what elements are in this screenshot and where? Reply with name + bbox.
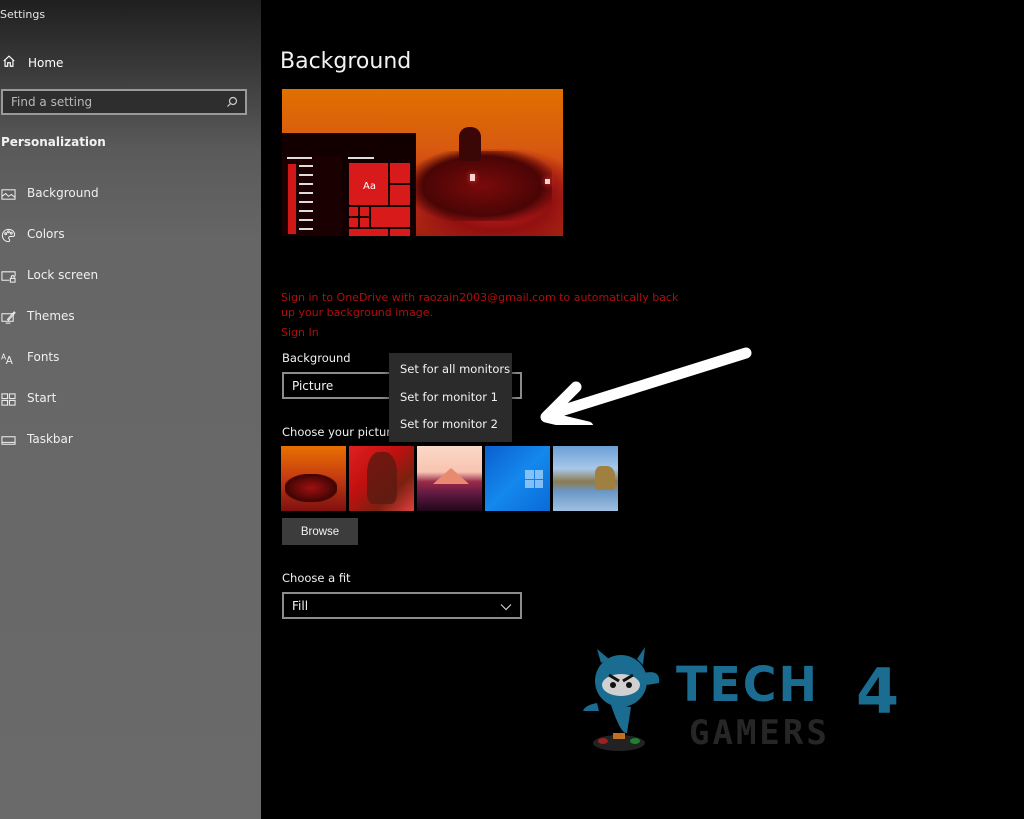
sign-in-link[interactable]: Sign In bbox=[281, 326, 319, 339]
lock-screen-icon bbox=[0, 268, 16, 284]
sidebar-item-start[interactable]: Start bbox=[0, 389, 99, 430]
preview-tile-text: Aa bbox=[363, 181, 376, 192]
monitor-context-menu: Set for all monitors Set for monitor 1 S… bbox=[389, 353, 512, 442]
choose-picture-label: Choose your picture bbox=[282, 425, 398, 439]
annotation-arrow-icon bbox=[540, 347, 752, 425]
preview-list-lines bbox=[299, 165, 313, 236]
preview-rider bbox=[459, 127, 481, 161]
picture-thumbnail[interactable] bbox=[553, 446, 618, 511]
watermark-number: 4 bbox=[856, 655, 900, 728]
onedrive-message: Sign in to OneDrive with raozain2003@gma… bbox=[281, 291, 679, 319]
preview-bar bbox=[287, 157, 312, 159]
picture-thumbnail[interactable] bbox=[417, 446, 482, 511]
sidebar-item-label: Fonts bbox=[27, 350, 60, 364]
background-preview: Aa bbox=[282, 89, 563, 236]
page-title: Background bbox=[280, 49, 412, 74]
sidebar-item-label: Start bbox=[27, 391, 57, 405]
windows-logo-icon bbox=[525, 470, 543, 488]
preview-tile bbox=[360, 218, 369, 227]
preview-light bbox=[470, 174, 475, 181]
preview-tile bbox=[349, 218, 358, 227]
sidebar-item-label: Colors bbox=[27, 227, 65, 241]
themes-icon bbox=[0, 309, 16, 325]
sidebar-item-label: Themes bbox=[27, 309, 75, 323]
search-input[interactable]: Find a setting bbox=[1, 89, 247, 115]
taskbar-icon bbox=[0, 432, 16, 448]
sidebar-item-lock-screen[interactable]: Lock screen bbox=[0, 266, 99, 307]
background-label: Background bbox=[282, 351, 351, 365]
watermark-logo: TECH 4 GAMERS bbox=[581, 645, 911, 760]
chevron-down-icon bbox=[500, 596, 512, 615]
preview-vehicle bbox=[412, 151, 552, 221]
preview-tile bbox=[360, 207, 369, 216]
preview-tiles: Aa bbox=[348, 162, 411, 236]
browse-button[interactable]: Browse bbox=[282, 518, 358, 545]
fit-select[interactable]: Fill bbox=[282, 592, 522, 619]
fonts-icon: AA bbox=[0, 350, 16, 366]
menu-item-set-monitor-2[interactable]: Set for monitor 2 bbox=[389, 416, 512, 444]
sidebar-item-label: Background bbox=[27, 186, 99, 200]
fit-label: Choose a fit bbox=[282, 571, 351, 585]
sidebar-nav: Background Colors Lock screen Themes AA … bbox=[0, 184, 99, 471]
sidebar-item-background[interactable]: Background bbox=[0, 184, 99, 225]
main-content: Background Aa Sign in to OneDrive with r… bbox=[261, 0, 1024, 819]
home-link[interactable]: Home bbox=[2, 54, 63, 71]
menu-item-set-all-monitors[interactable]: Set for all monitors bbox=[389, 361, 512, 389]
preview-tile bbox=[349, 229, 388, 236]
picture-thumbnails bbox=[281, 446, 618, 511]
mascot-icon bbox=[583, 647, 660, 751]
preview-list-strip bbox=[288, 164, 296, 234]
preview-tile bbox=[371, 207, 410, 227]
sidebar-item-colors[interactable]: Colors bbox=[0, 225, 99, 266]
preview-light bbox=[545, 179, 550, 184]
sidebar-item-fonts[interactable]: AA Fonts bbox=[0, 348, 99, 389]
preview-tile bbox=[390, 163, 410, 183]
svg-text:A: A bbox=[5, 355, 12, 366]
picture-thumbnail[interactable] bbox=[281, 446, 346, 511]
sidebar-item-taskbar[interactable]: Taskbar bbox=[0, 430, 99, 471]
preview-tile bbox=[390, 229, 410, 236]
picture-icon bbox=[0, 186, 16, 202]
picture-thumbnail[interactable] bbox=[485, 446, 550, 511]
menu-item-set-monitor-1[interactable]: Set for monitor 1 bbox=[389, 389, 512, 417]
preview-tile-large: Aa bbox=[349, 163, 388, 205]
start-icon bbox=[0, 391, 16, 407]
app-title: Settings bbox=[0, 8, 46, 21]
home-label: Home bbox=[28, 55, 64, 70]
section-title: Personalization bbox=[1, 135, 106, 149]
preview-tile bbox=[349, 207, 358, 216]
sidebar-item-label: Lock screen bbox=[27, 268, 99, 282]
picture-thumbnail[interactable] bbox=[349, 446, 414, 511]
fit-select-value: Fill bbox=[292, 598, 309, 613]
preview-bar bbox=[348, 157, 374, 159]
background-select-value: Picture bbox=[292, 378, 334, 393]
watermark-gamers-text: GAMERS bbox=[689, 713, 830, 753]
search-icon[interactable] bbox=[226, 93, 238, 112]
sidebar-item-label: Taskbar bbox=[27, 432, 73, 446]
watermark-tech-text: TECH bbox=[676, 655, 820, 713]
search-placeholder: Find a setting bbox=[11, 95, 93, 109]
palette-icon bbox=[0, 227, 16, 243]
home-icon bbox=[2, 54, 16, 71]
sidebar: Settings Home Find a setting Personaliza… bbox=[0, 0, 261, 819]
preview-tile bbox=[390, 185, 410, 205]
sidebar-item-themes[interactable]: Themes bbox=[0, 307, 99, 348]
